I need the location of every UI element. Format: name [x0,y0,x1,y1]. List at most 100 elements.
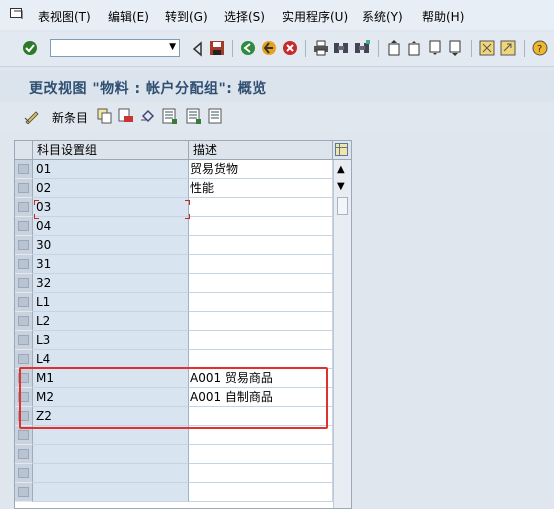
cell-description[interactable]: 性能 [189,179,333,198]
menu-bar: 表视图(T) 编辑(E) 转到(G) 选择(S) 实用程序(U) 系统(Y) 帮… [0,0,554,30]
new-session-icon[interactable] [479,40,495,56]
first-page-icon[interactable] [386,40,402,56]
cell-description[interactable] [189,312,333,331]
table-header: 科目设置组 描述 [15,141,351,160]
toolbar-separator [305,40,306,57]
shortcut-icon[interactable] [500,40,516,56]
table-settings-icon[interactable] [335,143,348,156]
toolbar-separator [524,40,525,57]
focus-cursor [34,200,190,219]
menu-utilities[interactable]: 实用程序(U) [282,8,348,25]
new-entries-button[interactable]: 新条目 [52,109,88,126]
select-block-icon[interactable] [186,108,202,124]
row-selector[interactable] [15,198,33,217]
table-row: L2 [15,312,351,331]
cell-account-group[interactable]: L1 [33,293,189,312]
print-icon[interactable] [313,40,329,56]
dropdown-arrow-icon[interactable]: ▼ [169,42,176,52]
table-row: 32 [15,274,351,293]
menu-table-view[interactable]: 表视图(T) [38,8,91,25]
toolbar-separator [232,40,233,57]
menu-select[interactable]: 选择(S) [224,8,265,25]
back-icon[interactable] [240,40,256,56]
row-selector[interactable] [15,483,33,502]
cell-account-group[interactable] [33,445,189,464]
last-page-icon[interactable] [447,40,463,56]
column-header-key[interactable]: 科目设置组 [33,141,189,159]
cell-account-group[interactable]: 31 [33,255,189,274]
cancel-icon[interactable] [282,40,298,56]
find-icon[interactable] [333,40,349,56]
cell-description[interactable] [189,217,333,236]
save-icon[interactable] [209,40,225,56]
table-row [15,483,351,502]
cell-description[interactable] [189,464,333,483]
highlight-annotation [19,367,328,429]
menu-icon[interactable] [10,8,24,20]
table-row: 04 [15,217,351,236]
menu-edit[interactable]: 编辑(E) [108,8,149,25]
previous-page-icon[interactable] [406,40,422,56]
copy-as-icon[interactable] [97,108,113,124]
row-selector[interactable] [15,160,33,179]
row-selector[interactable] [15,312,33,331]
cell-account-group[interactable]: L3 [33,331,189,350]
menu-help[interactable]: 帮助(H) [422,8,464,25]
entries-table: 科目设置组 描述 01 贸易货物 02 性能 03 04 30 31 32 L1 L2 L3 L4 M1 A… [14,140,352,509]
cell-description[interactable] [189,331,333,350]
select-all-icon[interactable] [162,108,178,124]
enter-check-icon[interactable] [22,40,38,56]
undo-change-icon[interactable] [140,108,156,124]
cell-description[interactable] [189,198,333,217]
cell-description[interactable] [189,274,333,293]
table-row [15,445,351,464]
deselect-all-icon[interactable] [208,108,224,124]
row-selector[interactable] [15,217,33,236]
toolbar-separator [378,40,379,57]
cell-description[interactable] [189,445,333,464]
table-row [15,464,351,483]
row-selector[interactable] [15,236,33,255]
command-field[interactable]: ▼ [50,39,180,57]
cell-account-group[interactable] [33,483,189,502]
cell-description[interactable]: 贸易货物 [189,160,333,179]
display-change-icon[interactable] [24,108,40,124]
scroll-down-icon[interactable]: ▼ [337,181,345,192]
cell-description[interactable] [189,255,333,274]
scroll-thumb[interactable] [337,197,348,215]
row-selector[interactable] [15,464,33,483]
scroll-up-icon[interactable]: ▲ [337,164,345,175]
table-row: 01 贸易货物 [15,160,351,179]
next-page-icon[interactable] [427,40,443,56]
find-next-icon[interactable] [354,40,370,56]
row-selector[interactable] [15,274,33,293]
row-selector[interactable] [15,445,33,464]
menu-system[interactable]: 系统(Y) [362,8,403,25]
row-selector[interactable] [15,255,33,274]
cell-account-group[interactable]: 01 [33,160,189,179]
row-selector[interactable] [15,331,33,350]
cell-account-group[interactable]: 32 [33,274,189,293]
select-all-column[interactable] [15,141,33,159]
cell-account-group[interactable]: 02 [33,179,189,198]
collapse-arrow-icon[interactable] [190,41,206,57]
help-icon[interactable]: ? [532,40,548,56]
vertical-scrollbar[interactable]: ▲ ▼ [333,160,351,508]
page-title: 更改视图 "物料 : 帐户分配组": 概览 [29,81,267,97]
delete-icon[interactable] [118,108,134,124]
cell-account-group[interactable] [33,464,189,483]
toolbar-separator [471,40,472,57]
cell-description[interactable] [189,293,333,312]
cell-account-group[interactable]: L2 [33,312,189,331]
exit-icon[interactable] [261,40,277,56]
cell-description[interactable] [189,483,333,502]
table-row: 30 [15,236,351,255]
menu-goto[interactable]: 转到(G) [165,8,208,25]
row-selector[interactable] [15,179,33,198]
row-selector[interactable] [15,293,33,312]
cell-account-group[interactable]: 04 [33,217,189,236]
column-header-desc[interactable]: 描述 [189,141,333,159]
cell-account-group[interactable]: 30 [33,236,189,255]
cell-description[interactable] [189,236,333,255]
table-row: 31 [15,255,351,274]
